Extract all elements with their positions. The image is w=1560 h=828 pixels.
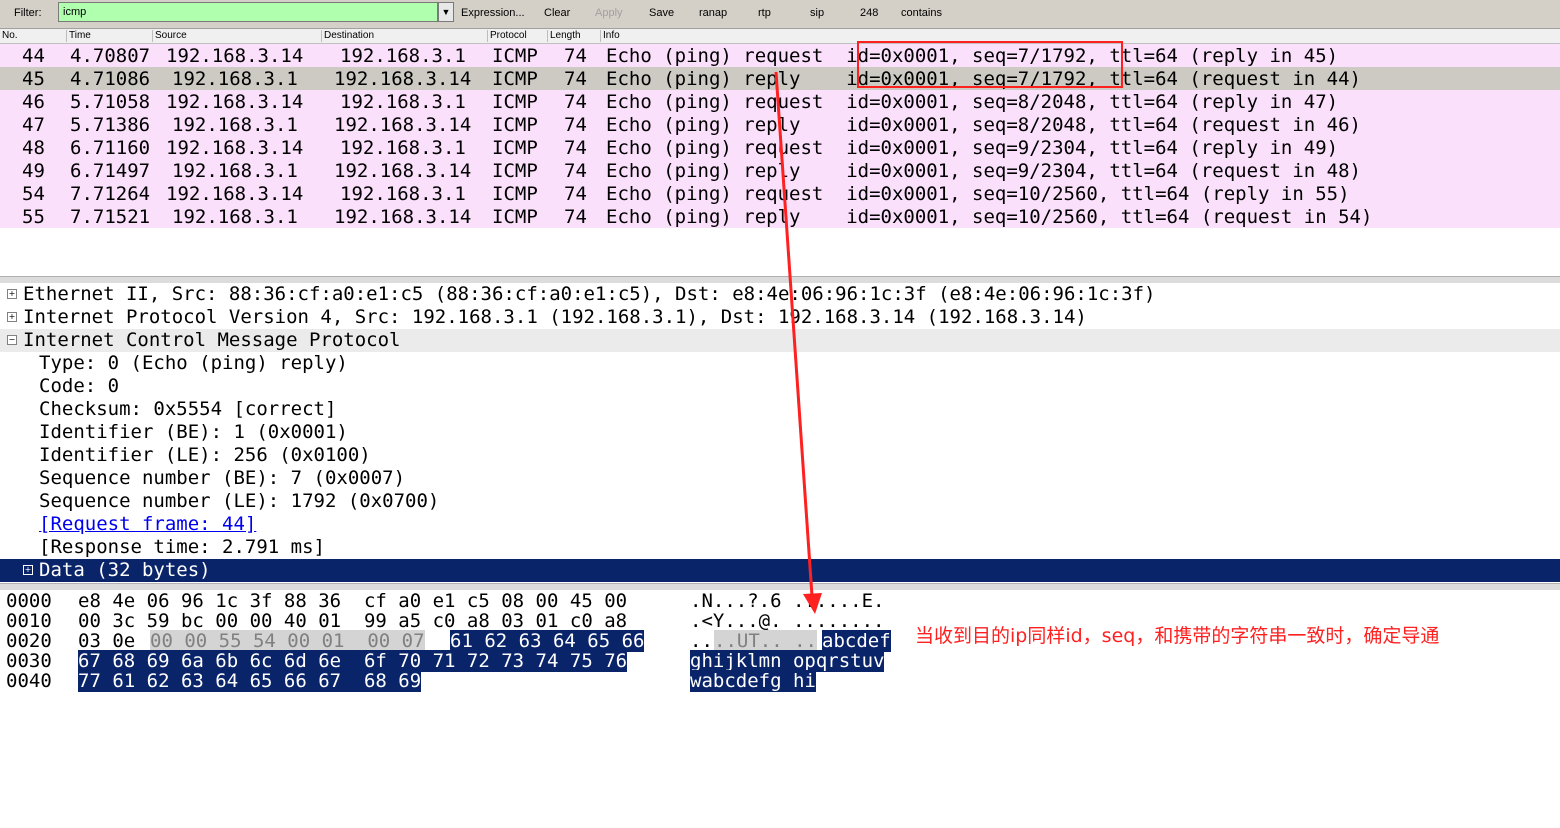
annotation-note: 当收到目的ip同样id，seq，和携带的字符串一致时，确定导通 (915, 625, 1440, 647)
